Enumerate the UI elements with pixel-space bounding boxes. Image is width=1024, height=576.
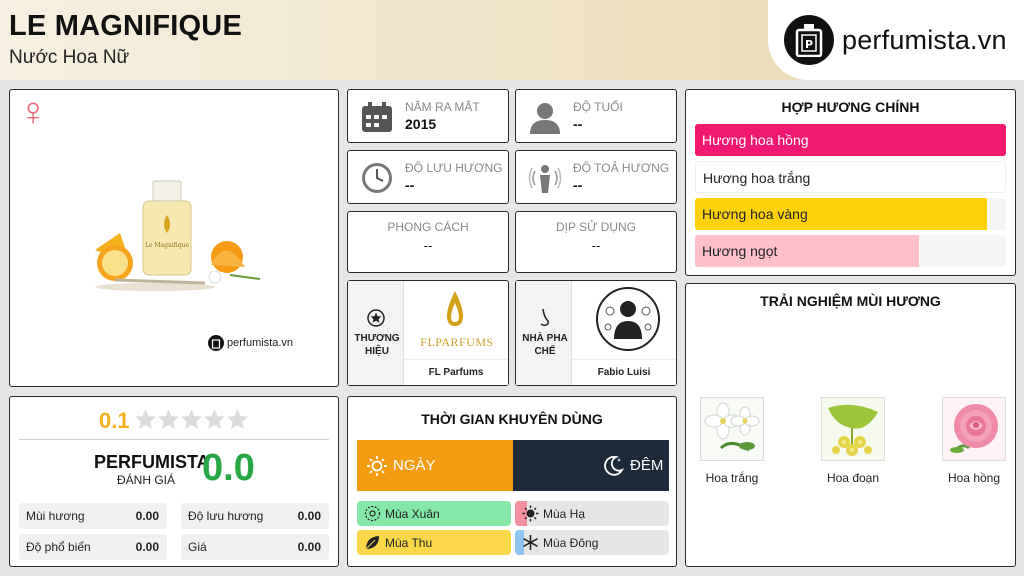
summer-sun-icon bbox=[522, 505, 539, 522]
star-icon[interactable] bbox=[203, 408, 226, 430]
nose-icon bbox=[540, 308, 549, 327]
clock-icon bbox=[362, 163, 392, 193]
diffusion-icon bbox=[528, 165, 562, 193]
star-icon[interactable] bbox=[180, 408, 203, 430]
svg-text:P: P bbox=[805, 38, 813, 51]
accord-bar: Hương ngọt bbox=[695, 235, 1006, 267]
note-item[interactable]: Hoa hồng bbox=[939, 397, 1009, 485]
perfumer-label: NHÀ PHA CHẾ bbox=[522, 333, 568, 357]
accord-label: Hương hoa trắng bbox=[703, 170, 811, 186]
note-item[interactable]: Hoa đoạn bbox=[818, 397, 888, 485]
brand-card[interactable]: THƯƠNG HIỆU FLPARFUMS FL Parfums bbox=[347, 280, 509, 386]
longevity-card: ĐỘ LƯU HƯƠNG -- bbox=[347, 150, 509, 204]
rating-card: 0.1 PERFUMISTA ĐÁNH GIÁ 0.0 Mùi hương 0.… bbox=[9, 396, 339, 567]
season-autumn: Mùa Thu bbox=[357, 530, 511, 555]
brand-logo-text: FLPARFUMS bbox=[420, 335, 494, 349]
accord-bar: Hương hoa hồng bbox=[695, 124, 1006, 156]
perfumer-card[interactable]: NHÀ PHA CHẾ Fabio Luisi bbox=[515, 280, 677, 386]
brand-logo[interactable]: P perfumista.vn bbox=[768, 0, 1024, 80]
star-icon[interactable] bbox=[226, 408, 249, 430]
rating-value: 0.0 bbox=[202, 447, 255, 489]
rose-image bbox=[942, 397, 1006, 461]
stat-price: Giá 0.00 bbox=[181, 534, 329, 560]
night-label: ĐÊM bbox=[630, 457, 664, 474]
main-accords-card: HỢP HƯƠNG CHÍNH Hương hoa hồng Hương hoa … bbox=[685, 89, 1016, 276]
spring-flower-icon bbox=[364, 505, 381, 522]
launch-year-card: NĂM RA MẮT 2015 bbox=[347, 89, 509, 143]
perfume-bottle-image: Le Magnifique bbox=[95, 180, 261, 291]
drop-logo-icon bbox=[447, 291, 463, 326]
day-label: NGÀY bbox=[393, 457, 436, 474]
perfumer-name[interactable]: Fabio Luisi bbox=[572, 367, 676, 378]
experience-title: TRẢI NGHIỆM MÙI HƯƠNG bbox=[760, 293, 941, 309]
occasion-card: DỊP SỬ DỤNG -- bbox=[515, 211, 677, 273]
linden-flower-image bbox=[821, 397, 885, 461]
header: LE MAGNIFIQUE Nước Hoa Nữ P perfumista.v… bbox=[0, 0, 1024, 80]
snowflake-icon bbox=[523, 535, 538, 550]
sillage-card: ĐỘ TOẢ HƯƠNG -- bbox=[515, 150, 677, 204]
calendar-icon bbox=[362, 102, 392, 132]
page-title: LE MAGNIFIQUE bbox=[9, 10, 242, 42]
perfume-bottle-icon bbox=[208, 335, 224, 351]
rating-label: ĐÁNH GIÁ bbox=[117, 473, 176, 487]
logo-text: perfumista.vn bbox=[842, 24, 1007, 55]
page-subtitle: Nước Hoa Nữ bbox=[9, 47, 130, 68]
brand-name[interactable]: FL Parfums bbox=[404, 367, 508, 378]
sun-icon bbox=[367, 456, 387, 476]
product-image-card: ♀ Le Magnifique perfumista.vn bbox=[9, 89, 339, 387]
brand-label: THƯƠNG HIỆU bbox=[354, 333, 400, 357]
perfume-bottle-icon: P bbox=[784, 15, 834, 65]
autumn-leaf-icon bbox=[365, 536, 379, 550]
female-icon: ♀ bbox=[18, 90, 48, 134]
season-spring: Mùa Xuân bbox=[357, 501, 511, 526]
divider bbox=[19, 439, 329, 440]
season-winter: Mùa Đông bbox=[515, 530, 669, 555]
stat-popularity: Độ phổ biến 0.00 bbox=[19, 534, 167, 560]
rating-brand: PERFUMISTA bbox=[94, 452, 210, 472]
style-card: PHONG CÁCH -- bbox=[347, 211, 509, 273]
white-flower-image bbox=[700, 397, 764, 461]
time-title: THỜI GIAN KHUYÊN DÙNG bbox=[421, 411, 603, 427]
accord-label: Hương hoa hồng bbox=[702, 132, 809, 148]
accord-bar: Hương hoa vàng bbox=[695, 198, 1006, 230]
star-badge-icon bbox=[367, 309, 385, 327]
rating-score: 0.1 bbox=[99, 408, 130, 433]
scent-experience-card: TRẢI NGHIỆM MÙI HƯƠNG Hoa trắng Hoa đoạn… bbox=[685, 283, 1016, 567]
svg-text:Le Magnifique: Le Magnifique bbox=[145, 242, 189, 249]
star-icon[interactable] bbox=[157, 408, 180, 430]
accord-label: Hương ngọt bbox=[702, 243, 778, 259]
perfumer-avatar bbox=[596, 287, 660, 351]
stat-scent: Mùi hương 0.00 bbox=[19, 503, 167, 529]
recommended-time-card: THỜI GIAN KHUYÊN DÙNG NGÀY ĐÊM Mùa Xuân bbox=[347, 396, 677, 567]
accords-title: HỢP HƯƠNG CHÍNH bbox=[781, 99, 920, 115]
day-block: NGÀY bbox=[357, 440, 513, 491]
watermark: perfumista.vn bbox=[208, 335, 293, 351]
stat-longevity: Độ lưu hương 0.00 bbox=[181, 503, 329, 529]
accord-label: Hương hoa vàng bbox=[702, 206, 808, 222]
season-summer: Mùa Hạ bbox=[515, 501, 669, 526]
night-block: ĐÊM bbox=[513, 440, 669, 491]
star-icon[interactable] bbox=[134, 408, 157, 430]
note-item[interactable]: Hoa trắng bbox=[697, 397, 767, 485]
star-rating[interactable] bbox=[134, 408, 249, 430]
moon-icon bbox=[604, 455, 625, 476]
accord-bar: Hương hoa trắng bbox=[695, 161, 1006, 193]
age-card: ĐỘ TUỔI -- bbox=[515, 89, 677, 143]
user-icon bbox=[530, 103, 560, 134]
